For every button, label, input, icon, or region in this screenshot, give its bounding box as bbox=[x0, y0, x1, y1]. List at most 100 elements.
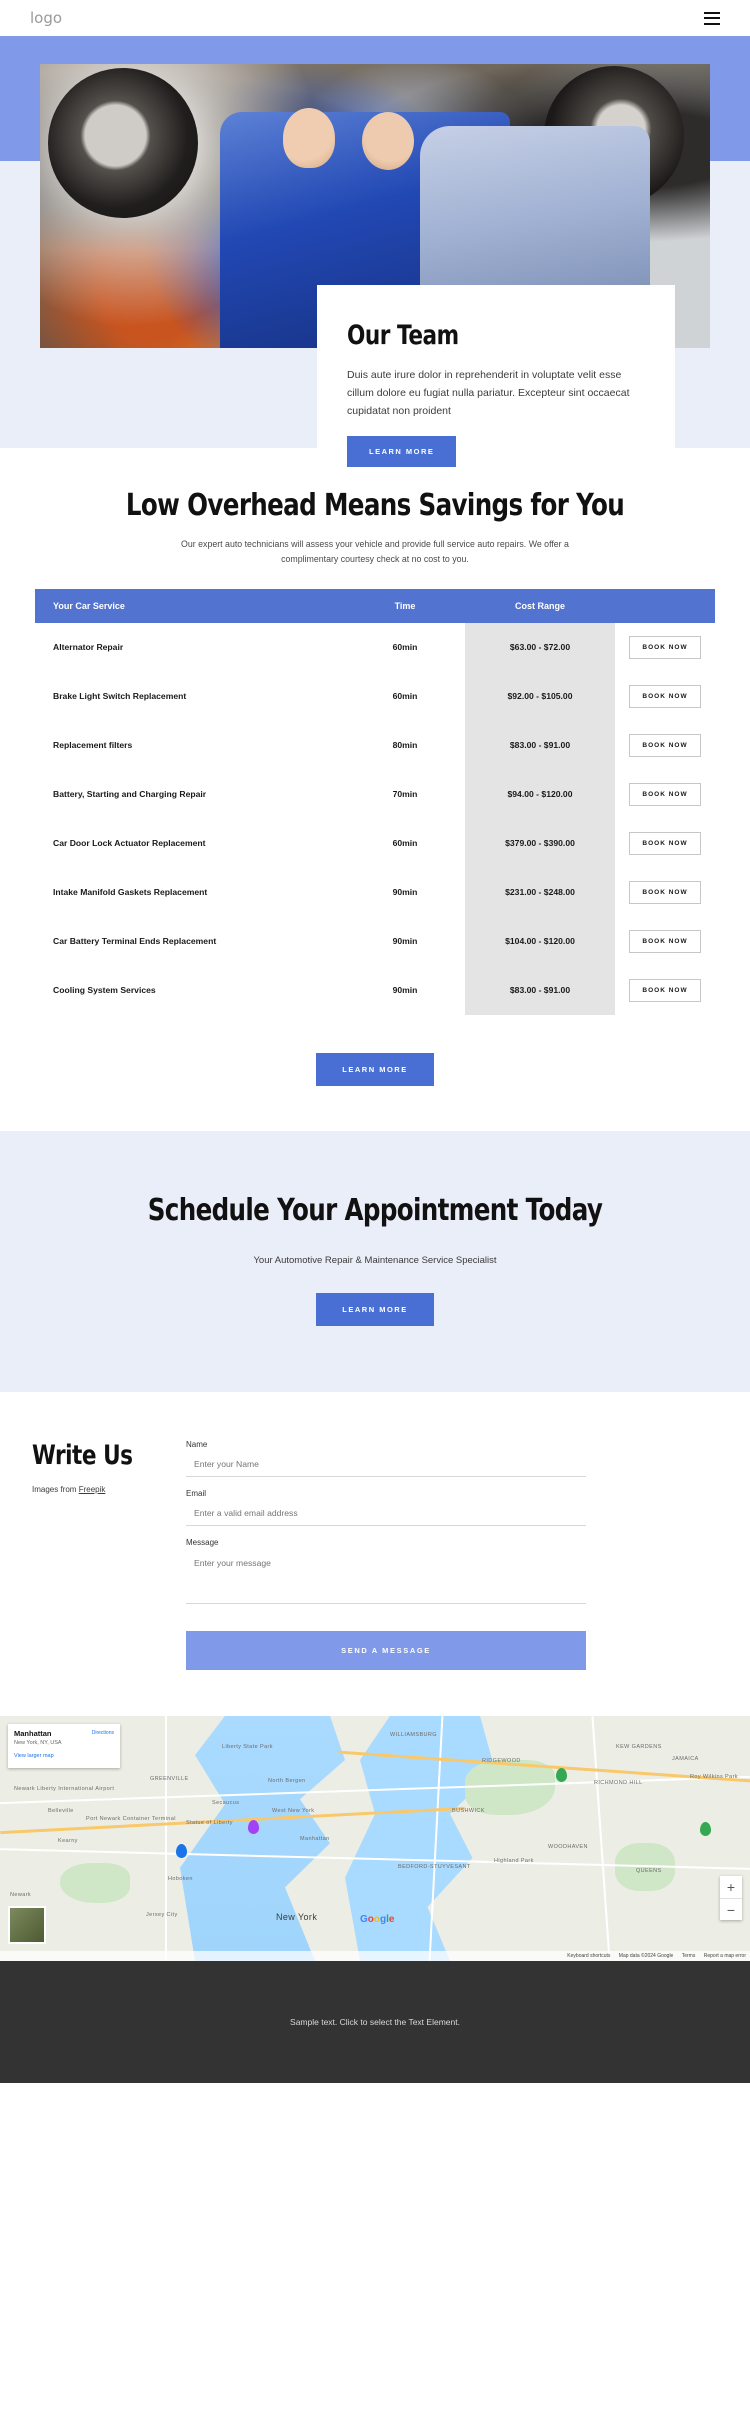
book-now-button[interactable]: BOOK NOW bbox=[629, 635, 701, 659]
col-header-cost: Cost Range bbox=[465, 588, 615, 623]
map-label: BEDFORD-STUYVESANT bbox=[398, 1863, 471, 1870]
terms-link[interactable]: Terms bbox=[682, 1953, 696, 1959]
zoom-out-button[interactable]: − bbox=[720, 1897, 742, 1920]
zoom-in-button[interactable]: + bbox=[720, 1876, 742, 1898]
cell-action: BOOK NOW bbox=[615, 622, 715, 672]
map-label: Highland Park bbox=[494, 1857, 534, 1864]
email-input[interactable] bbox=[186, 1502, 586, 1526]
map-label: Manhattan bbox=[300, 1835, 330, 1842]
map-street-view-thumbnail[interactable] bbox=[8, 1905, 46, 1944]
map-label: Jersey City bbox=[146, 1911, 178, 1918]
footer-sample-text[interactable]: Sample text. Click to select the Text El… bbox=[290, 2017, 460, 2027]
map-label: Kearny bbox=[58, 1837, 78, 1844]
book-now-button[interactable]: BOOK NOW bbox=[629, 782, 701, 806]
book-now-button[interactable]: BOOK NOW bbox=[629, 733, 701, 757]
email-field-group: Email bbox=[186, 1489, 586, 1526]
site-logo[interactable]: logo bbox=[30, 9, 62, 27]
map-zoom-controls: + − bbox=[720, 1875, 742, 1920]
map-attribution-bar: Keyboard shortcuts Map data ©2024 Google… bbox=[0, 1950, 750, 1961]
mechanic-right-head-decor bbox=[362, 112, 414, 170]
cell-cost: $231.00 - $248.00 bbox=[465, 867, 615, 917]
cell-time: 80min bbox=[392, 740, 418, 751]
site-footer: Sample text. Click to select the Text El… bbox=[0, 1960, 750, 2083]
cell-cost: $63.00 - $72.00 bbox=[465, 622, 615, 672]
google-logo-letter: G bbox=[360, 1913, 368, 1925]
table-row: Brake Light Switch Replacement 60min $92… bbox=[35, 671, 715, 721]
book-now-button[interactable]: BOOK NOW bbox=[629, 880, 701, 904]
hamburger-bar bbox=[704, 11, 720, 14]
cell-action: BOOK NOW bbox=[615, 867, 715, 917]
book-now-button[interactable]: BOOK NOW bbox=[629, 929, 701, 953]
email-label: Email bbox=[186, 1488, 207, 1498]
appointment-section: Schedule Your Appointment Today Your Aut… bbox=[0, 1130, 750, 1392]
map-park-area bbox=[60, 1862, 130, 1903]
cell-action: BOOK NOW bbox=[615, 720, 715, 770]
message-textarea[interactable] bbox=[186, 1551, 586, 1604]
book-now-button[interactable]: BOOK NOW bbox=[629, 684, 701, 708]
appointment-subtitle: Your Automotive Repair & Maintenance Ser… bbox=[253, 1254, 497, 1266]
map-label: BUSHWICK bbox=[452, 1807, 485, 1814]
cell-time: 60min bbox=[392, 691, 418, 702]
map-pin-icon[interactable] bbox=[556, 1767, 567, 1782]
image-credit: Images from Freepik bbox=[32, 1485, 186, 1494]
map-pin-icon[interactable] bbox=[248, 1819, 259, 1834]
map-label: Newark Liberty International Airport bbox=[14, 1785, 115, 1792]
hero-section: Our Team Duis aute irure dolor in repreh… bbox=[0, 36, 750, 468]
pricing-table-body: Alternator Repair 60min $63.00 - $72.00 … bbox=[35, 622, 715, 1015]
our-team-text: Duis aute irure dolor in reprehenderit i… bbox=[347, 369, 630, 418]
cell-service: Replacement filters bbox=[53, 740, 133, 751]
map-place-card: Manhattan New York, NY, USA View larger … bbox=[8, 1723, 120, 1768]
table-row: Alternator Repair 60min $63.00 - $72.00 … bbox=[35, 622, 715, 672]
name-label: Name bbox=[186, 1439, 208, 1449]
map-label: QUEENS bbox=[636, 1867, 662, 1874]
cell-service: Intake Manifold Gaskets Replacement bbox=[53, 887, 208, 898]
appointment-learn-more-button[interactable]: LEARN MORE bbox=[316, 1292, 434, 1326]
cell-service: Car Battery Terminal Ends Replacement bbox=[53, 936, 217, 947]
map-label: RIDGEWOOD bbox=[482, 1757, 521, 1764]
pricing-table-wrapper: Your Car Service Time Cost Range Alterna… bbox=[35, 588, 715, 1015]
cell-time: 60min bbox=[392, 642, 418, 653]
keyboard-shortcuts-link[interactable]: Keyboard shortcuts bbox=[567, 1953, 610, 1959]
view-larger-map-link[interactable]: View larger map bbox=[14, 1753, 114, 1759]
map-pin-icon[interactable] bbox=[176, 1843, 187, 1858]
map-pin-icon[interactable] bbox=[700, 1821, 711, 1836]
table-row: Replacement filters 80min $83.00 - $91.0… bbox=[35, 720, 715, 770]
tire-left-decor bbox=[48, 68, 198, 218]
map-label: KEW GARDENS bbox=[616, 1743, 662, 1750]
send-message-button[interactable]: SEND A MESSAGE bbox=[186, 1630, 586, 1670]
map-label: WILLIAMSBURG bbox=[390, 1731, 437, 1738]
hamburger-icon[interactable] bbox=[704, 11, 720, 25]
freepik-link[interactable]: Freepik bbox=[79, 1485, 106, 1494]
name-input[interactable] bbox=[186, 1453, 586, 1477]
map-label: North Bergen bbox=[268, 1777, 306, 1784]
directions-button[interactable]: Directions bbox=[92, 1730, 114, 1736]
map-road bbox=[165, 1715, 167, 1961]
map-park-area bbox=[465, 1760, 555, 1815]
cell-time: 90min bbox=[392, 887, 418, 898]
report-map-error-link[interactable]: Report a map error bbox=[704, 1953, 746, 1959]
page-root: logo Our Team Duis aute irure dolor in r… bbox=[0, 0, 750, 2083]
pricing-section: Low Overhead Means Savings for You Our e… bbox=[0, 448, 750, 1131]
book-now-button[interactable]: BOOK NOW bbox=[629, 978, 701, 1002]
table-row: Car Battery Terminal Ends Replacement 90… bbox=[35, 916, 715, 966]
map-label: Statue of Liberty bbox=[186, 1819, 233, 1826]
map-label: Roy Wilkins Park bbox=[690, 1773, 738, 1780]
book-now-button[interactable]: BOOK NOW bbox=[629, 831, 701, 855]
map-embed[interactable]: Newark Liberty International Airport Por… bbox=[0, 1715, 750, 1961]
map-label: Belleville bbox=[48, 1807, 74, 1814]
cell-service: Alternator Repair bbox=[53, 642, 124, 653]
map-label: Port Newark Container Terminal bbox=[86, 1815, 176, 1822]
message-field-group: Message bbox=[186, 1538, 586, 1609]
table-row: Intake Manifold Gaskets Replacement 90mi… bbox=[35, 867, 715, 917]
pricing-table-head: Your Car Service Time Cost Range bbox=[35, 588, 715, 623]
cell-cost: $379.00 - $390.00 bbox=[465, 818, 615, 868]
our-team-learn-more-button[interactable]: LEARN MORE bbox=[347, 436, 457, 468]
table-row: Car Door Lock Actuator Replacement 60min… bbox=[35, 818, 715, 868]
pricing-title: Low Overhead Means Savings for You bbox=[125, 488, 625, 523]
cell-service: Car Door Lock Actuator Replacement bbox=[53, 838, 206, 849]
cell-action: BOOK NOW bbox=[615, 769, 715, 819]
pricing-learn-more-button[interactable]: LEARN MORE bbox=[316, 1052, 434, 1086]
cell-time: 70min bbox=[392, 789, 418, 800]
map-label: Newark bbox=[10, 1891, 32, 1898]
map-data-text: Map data ©2024 Google bbox=[618, 1952, 674, 1959]
